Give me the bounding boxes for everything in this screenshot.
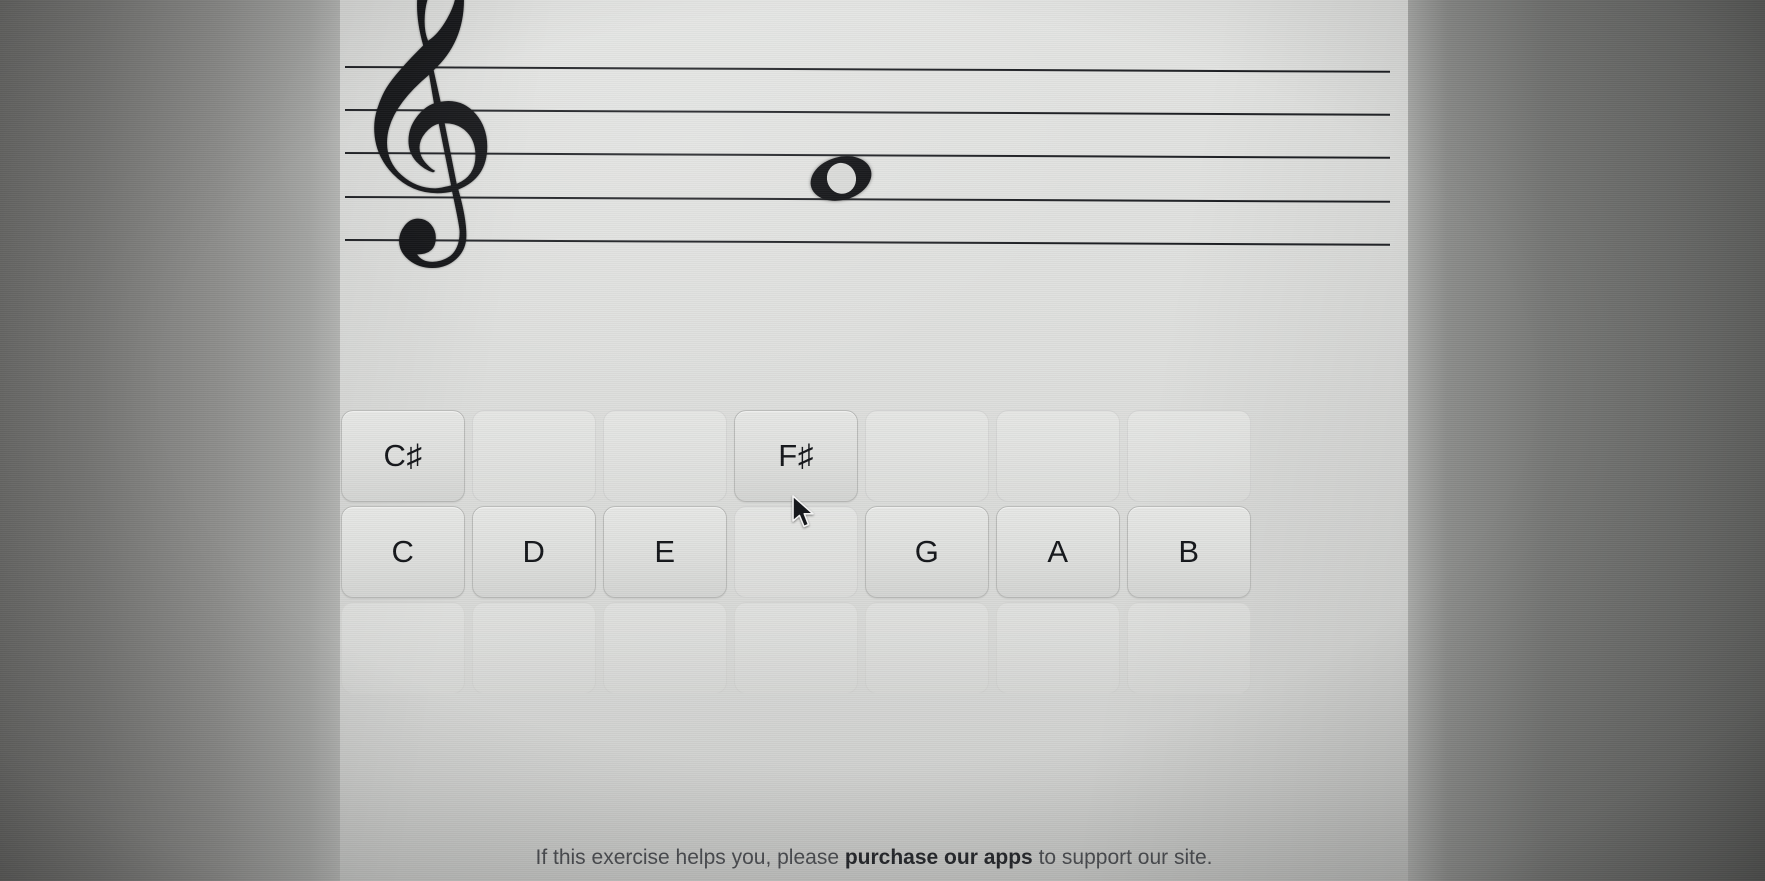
note-key-a[interactable]: A — [996, 506, 1120, 598]
note-key-blank-1 — [472, 410, 596, 502]
note-key-blank-4 — [996, 410, 1120, 502]
note-key-blank-6 — [734, 506, 858, 598]
keypad-row-naturals: C D E G A B — [341, 506, 1407, 602]
footer-tail-text: to support our site. — [1032, 846, 1213, 869]
photographed-screen: 𝄞 C♯ F♯ C D E G A B If this exercise hel… — [0, 0, 1765, 881]
staff-line-5 — [344, 239, 1390, 246]
staff-line-1 — [344, 66, 1390, 73]
answer-keypad: C♯ F♯ C D E G A B — [340, 410, 1408, 698]
exercise-page: 𝄞 C♯ F♯ C D E G A B If this exercise hel… — [340, 0, 1408, 881]
footer-promo: If this exercise helps you, please purch… — [340, 846, 1408, 870]
staff-line-4 — [344, 196, 1390, 203]
note-key-d[interactable]: D — [472, 506, 596, 598]
note-key-blank-2 — [603, 410, 727, 502]
keypad-row-accidentals: C♯ F♯ — [341, 410, 1407, 506]
note-key-c-sharp[interactable]: C♯ — [341, 410, 465, 502]
note-key-blank-5 — [1127, 410, 1251, 502]
note-key-blank-3 — [865, 410, 989, 502]
footer-lead-text: If this exercise helps you, please — [535, 846, 845, 869]
note-key-ghost-1 — [341, 602, 465, 694]
note-key-e[interactable]: E — [603, 506, 727, 598]
screen-bezel-right — [1404, 0, 1765, 881]
staff-line-2 — [344, 109, 1390, 116]
note-key-ghost-3 — [603, 602, 727, 694]
purchase-apps-link[interactable]: purchase our apps — [845, 846, 1033, 869]
note-key-ghost-2 — [472, 602, 596, 694]
note-key-f-sharp[interactable]: F♯ — [734, 410, 858, 502]
screen-bezel-left — [0, 0, 352, 881]
note-key-g[interactable]: G — [865, 506, 989, 598]
keypad-row-ghost — [341, 602, 1407, 698]
note-key-ghost-5 — [865, 602, 989, 694]
music-staff: 𝄞 — [340, 0, 1408, 330]
staff-line-3 — [344, 152, 1390, 159]
note-key-ghost-4 — [734, 602, 858, 694]
note-key-ghost-6 — [996, 602, 1120, 694]
treble-clef-icon: 𝄞 — [342, 0, 501, 254]
note-key-b[interactable]: B — [1127, 506, 1251, 598]
note-key-ghost-7 — [1127, 602, 1251, 694]
note-key-c[interactable]: C — [341, 506, 465, 598]
